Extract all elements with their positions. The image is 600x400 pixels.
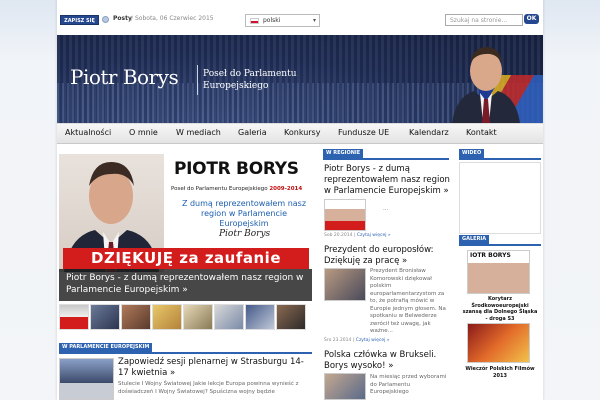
signature: Piotr Borys <box>219 229 271 239</box>
featured-blue-text: Z dumą reprezentowałem nasz region w Par… <box>181 199 307 228</box>
post-meta: Sob 20.2014 | Czytaj więcej » <box>324 233 391 238</box>
post-thumbnail[interactable] <box>324 199 366 231</box>
section-header-region: W REGIONIE <box>323 149 449 160</box>
section-label[interactable]: WIDEO <box>459 149 485 158</box>
search-placeholder: Szukaj na stronie... <box>450 17 508 24</box>
nav-item-aktualnosci[interactable]: Aktualności <box>65 128 111 137</box>
site-subtitle-line1: Poseł do Parlamentu <box>203 69 297 79</box>
subscribe-button[interactable]: ZAPISZ SIĘ <box>60 15 99 25</box>
language-select[interactable]: polski ▾ <box>245 14 320 27</box>
slider-thumb[interactable] <box>59 304 89 330</box>
portrait-image <box>452 47 520 123</box>
search-input[interactable]: Szukaj na stronie... <box>445 14 523 26</box>
top-bar: ZAPISZ SIĘ Posty / Sobota, 06 Czerwiec 2… <box>57 0 543 34</box>
post-title[interactable]: Zapowiedź sesji plenarnej w Strasburgu 1… <box>118 357 310 379</box>
nav-item-fundusze-ue[interactable]: Fundusze UE <box>338 128 389 137</box>
post-thumbnail[interactable] <box>324 373 366 400</box>
post-thumbnail[interactable] <box>59 358 114 400</box>
gallery-thumbnail[interactable] <box>467 323 530 363</box>
nav-item-kontakt[interactable]: Kontakt <box>466 128 497 137</box>
post-ellipsis: ... <box>383 206 389 212</box>
featured-heading: PIOTR BORYS <box>174 159 299 179</box>
site-subtitle-line2: Europejskiego <box>203 81 269 91</box>
slider-thumb[interactable] <box>90 304 120 330</box>
nav-item-w-mediach[interactable]: W mediach <box>176 128 221 137</box>
chevron-down-icon: ▾ <box>312 17 316 24</box>
featured-term: 2009-2014 <box>269 186 303 192</box>
nav-item-galeria[interactable]: Galeria <box>238 128 267 137</box>
nav-item-kalendarz[interactable]: Kalendarz <box>409 128 449 137</box>
read-more-link[interactable]: Czytaj więcej » <box>356 338 390 343</box>
search-button[interactable]: OK <box>524 14 539 24</box>
featured-caption-link[interactable]: Piotr Borys - z dumą reprezentowałem nas… <box>66 272 306 296</box>
post-excerpt: Stulecie I Wojny Światowej Jakie lekcje … <box>118 381 299 395</box>
slider-thumb[interactable] <box>276 304 306 330</box>
section-label[interactable]: GALERIA <box>459 235 490 244</box>
poland-flag-icon <box>250 18 259 24</box>
nav-item-o-mnie[interactable]: O mnie <box>129 128 158 137</box>
post-meta: Śro 23.2014 | Czytaj więcej » <box>324 338 390 343</box>
slider-thumb[interactable] <box>245 304 275 330</box>
section-header-parliament: W PARLAMENCIE EUROPEJSKIM <box>59 343 312 354</box>
post-excerpt: Prezydent Bronisław Komorowski dziękował… <box>370 268 446 334</box>
slider-thumbnails <box>59 304 312 330</box>
thanks-banner: DZIĘKUJĘ za zaufanie <box>63 248 309 269</box>
header-banner[interactable]: Piotr Borys Poseł do Parlamentu Europejs… <box>57 35 543 123</box>
posts-link[interactable]: Posty <box>113 15 132 22</box>
section-header-video: WIDEO <box>459 149 541 160</box>
thanks-banner-text: DZIĘKUJĘ za zaufanie <box>91 249 281 267</box>
featured-role-text: Poseł do Parlamentu Europejskiego <box>171 186 268 192</box>
slider-thumb[interactable] <box>183 304 213 330</box>
separator: / <box>131 15 134 22</box>
title-divider <box>197 65 198 95</box>
post-date: Śro 23.2014 <box>324 338 352 343</box>
slider-thumb[interactable] <box>121 304 151 330</box>
featured-role: Poseł do Parlamentu Europejskiego 2009-2… <box>171 186 302 192</box>
current-date: Sobota, 06 Czerwiec 2015 <box>135 15 214 22</box>
site-title[interactable]: Piotr Borys <box>70 65 179 89</box>
section-label[interactable]: W PARLAMENCIE EUROPEJSKIM <box>59 343 153 352</box>
video-widget[interactable] <box>459 162 541 234</box>
slider-thumb[interactable] <box>152 304 182 330</box>
post-date: Sob 20.2014 <box>324 233 353 238</box>
main-nav: Aktualności O mnie W mediach Galeria Kon… <box>57 123 543 144</box>
read-more-link[interactable]: Czytaj więcej » <box>357 233 391 238</box>
section-header-gallery: GALERIA <box>459 235 541 246</box>
post-thumbnail[interactable] <box>324 268 366 301</box>
post-title[interactable]: Piotr Borys - z dumą reprezentowałem nas… <box>324 164 450 197</box>
language-value: polski <box>263 17 281 24</box>
gallery-thumbnail[interactable]: IOTR BORYS <box>467 250 530 294</box>
featured-slider[interactable]: PIOTR BORYS Poseł do Parlamentu Europejs… <box>59 154 312 302</box>
post-title[interactable]: Polska człówka w Brukseli. Borys wysoko!… <box>324 350 450 372</box>
rss-icon[interactable] <box>102 16 109 23</box>
gallery-thumb-text: IOTR BORYS <box>470 252 511 259</box>
gallery-caption[interactable]: Wieczór Polskich Filmów 2013 <box>461 366 539 379</box>
slider-thumb[interactable] <box>214 304 244 330</box>
nav-item-konkursy[interactable]: Konkursy <box>284 128 320 137</box>
post-excerpt: Na miesiąc przed wyborami do Parlamentu … <box>370 374 447 395</box>
page: ZAPISZ SIĘ Posty / Sobota, 06 Czerwiec 2… <box>57 0 543 400</box>
gallery-caption[interactable]: Korytarz Środkowoeuropejski szansą dla D… <box>461 296 539 322</box>
post-title[interactable]: Prezydent do europosłów: Dziękuję za pra… <box>324 245 450 267</box>
section-label[interactable]: W REGIONIE <box>323 149 364 158</box>
featured-caption[interactable]: Piotr Borys - z dumą reprezentowałem nas… <box>59 269 312 301</box>
